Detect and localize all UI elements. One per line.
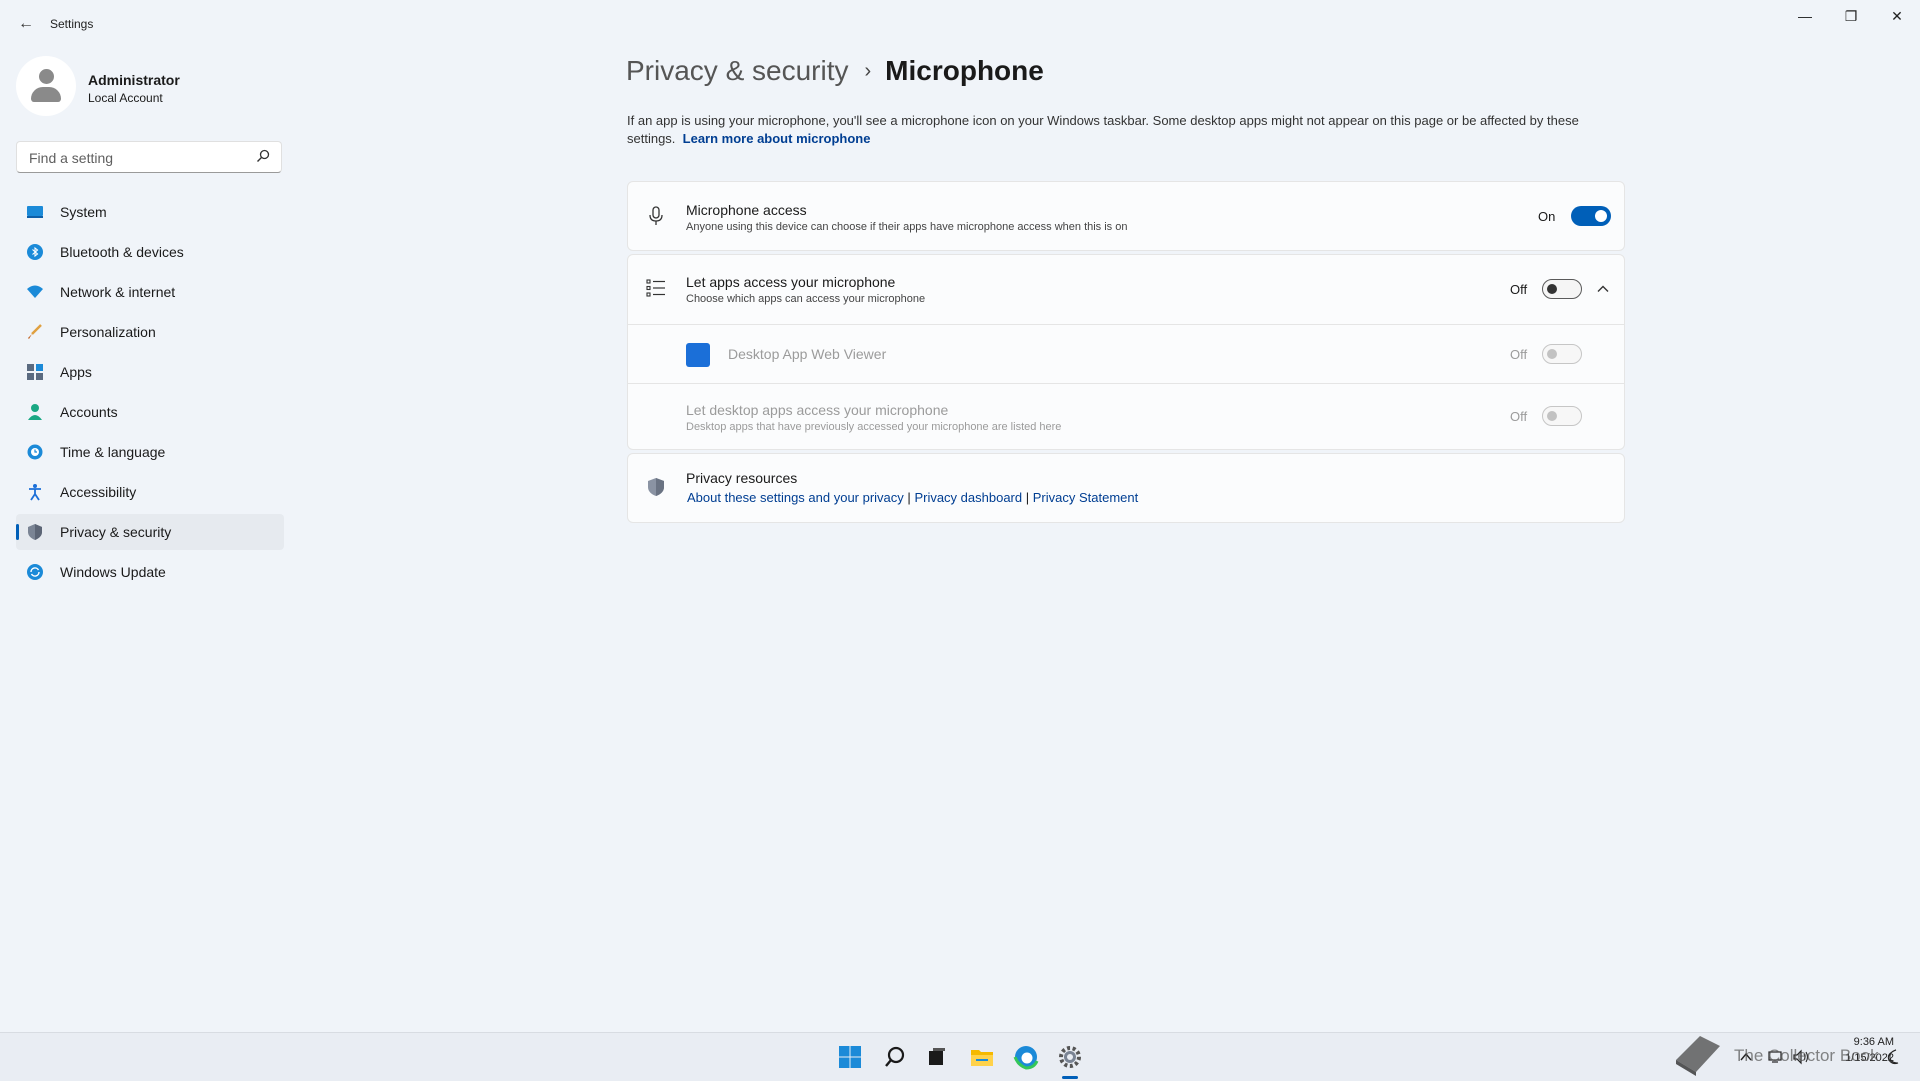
privacy-resources-links: About these settings and your privacy | … (687, 490, 1138, 505)
sidebar-item-accessibility[interactable]: Accessibility (16, 474, 284, 510)
watermark: The Collector Book (1670, 1030, 1910, 1080)
app-tile-icon (686, 343, 710, 367)
page-title: Microphone (885, 55, 1044, 86)
microphone-access-card: Microphone access Anyone using this devi… (627, 181, 1625, 251)
close-button[interactable]: ✕ (1874, 6, 1920, 26)
windows-start-icon[interactable] (836, 1043, 864, 1071)
monitor-icon (27, 206, 43, 218)
search-icon[interactable] (255, 148, 271, 164)
page-description: If an app is using your microphone, you'… (627, 112, 1627, 148)
watermark-text: The Collector Book (1734, 1046, 1879, 1065)
sidebar-nav: System Bluetooth & devices Network & int… (16, 194, 284, 594)
privacy-statement-link[interactable]: Privacy Statement (1033, 490, 1139, 505)
desktop-apps-toggle[interactable] (1542, 406, 1582, 426)
learn-more-link[interactable]: Learn more about microphone (683, 131, 871, 146)
sidebar-item-label: Bluetooth & devices (60, 244, 184, 260)
search-input[interactable] (27, 149, 251, 167)
file-explorer-icon[interactable] (968, 1043, 996, 1071)
sidebar-item-time-language[interactable]: Time & language (16, 434, 284, 470)
let-apps-access-toggle[interactable] (1542, 279, 1582, 299)
desktop-apps-state: Off (1510, 409, 1528, 424)
let-apps-access-subtitle: Choose which apps can access your microp… (686, 293, 926, 305)
sidebar-item-system[interactable]: System (16, 194, 284, 230)
sidebar-item-personalization[interactable]: Personalization (16, 314, 284, 350)
app-row-state: Off (1510, 347, 1528, 362)
microphone-access-title: Microphone access (686, 202, 807, 218)
privacy-dashboard-link[interactable]: Privacy dashboard (914, 490, 1022, 505)
microphone-access-subtitle: Anyone using this device can choose if t… (686, 221, 1128, 233)
sidebar-item-windows-update[interactable]: Windows Update (16, 554, 284, 590)
minimize-button[interactable]: — (1782, 6, 1828, 26)
sidebar-item-privacy-security[interactable]: Privacy & security (16, 514, 284, 550)
sidebar-item-label: Network & internet (60, 284, 176, 300)
task-view-icon[interactable] (923, 1043, 951, 1071)
sidebar-item-label: Personalization (60, 324, 156, 340)
profile-account-type: Local Account (88, 91, 163, 105)
book-logo-icon (1676, 1036, 1720, 1076)
profile-name: Administrator (88, 72, 180, 88)
taskbar (0, 1032, 1920, 1081)
update-icon (27, 564, 43, 580)
sidebar-item-network[interactable]: Network & internet (16, 274, 284, 310)
apps-icon (27, 364, 43, 380)
desktop-apps-subtitle: Desktop apps that have previously access… (686, 421, 1062, 433)
shield-icon (648, 478, 664, 496)
search-icon[interactable] (881, 1043, 909, 1071)
privacy-resources-card: Privacy resources About these settings a… (627, 453, 1625, 523)
link-divider: | (1025, 490, 1030, 505)
sidebar-item-label: Apps (60, 364, 92, 380)
list-icon (646, 279, 665, 297)
back-arrow-icon[interactable]: ← (16, 14, 36, 34)
search-box[interactable] (16, 141, 282, 173)
sidebar-item-label: Time & language (60, 444, 166, 460)
bluetooth-icon (27, 244, 43, 260)
sidebar-item-label: Accessibility (60, 484, 137, 500)
sidebar-item-bluetooth[interactable]: Bluetooth & devices (16, 234, 284, 270)
chevron-right-icon: › (864, 60, 872, 82)
edge-icon[interactable] (1012, 1043, 1040, 1071)
microphone-icon (649, 206, 663, 225)
sidebar-item-label: Windows Update (60, 564, 166, 580)
avatar[interactable] (16, 56, 76, 116)
breadcrumb: Privacy & security › Microphone (626, 55, 1044, 87)
let-apps-access-title: Let apps access your microphone (686, 274, 896, 290)
sidebar-item-label: Accounts (60, 404, 118, 420)
privacy-resources-title: Privacy resources (686, 470, 798, 486)
settings-gear-icon[interactable] (1056, 1043, 1084, 1071)
restore-button[interactable]: ❐ (1828, 6, 1874, 26)
wifi-icon (27, 285, 43, 298)
accessibility-icon (29, 484, 41, 501)
desktop-apps-title: Let desktop apps access your microphone (686, 402, 949, 418)
microphone-access-state: On (1538, 209, 1556, 224)
shield-icon (28, 524, 42, 540)
let-apps-access-card: Let apps access your microphone Choose w… (627, 254, 1625, 450)
app-row: Desktop App Web Viewer Off (628, 324, 1624, 384)
title-bar: ← Settings — ❐ ✕ (0, 0, 1920, 48)
brush-icon (28, 324, 42, 339)
sidebar-item-label: System (60, 204, 107, 220)
sidebar-item-label: Privacy & security (60, 524, 172, 540)
microphone-access-toggle[interactable] (1571, 206, 1611, 226)
sidebar-item-apps[interactable]: Apps (16, 354, 284, 390)
app-row-name: Desktop App Web Viewer (728, 346, 887, 362)
about-settings-privacy-link[interactable]: About these settings and your privacy (687, 490, 904, 505)
link-divider: | (907, 490, 911, 505)
chevron-up-icon[interactable] (1596, 282, 1610, 296)
let-apps-access-state: Off (1510, 282, 1528, 297)
breadcrumb-parent[interactable]: Privacy & security (626, 55, 849, 86)
app-row-toggle[interactable] (1542, 344, 1582, 364)
active-app-indicator (1062, 1076, 1078, 1079)
globe-clock-icon (27, 444, 43, 460)
desktop-apps-row: Let desktop apps access your microphone … (628, 383, 1624, 450)
person-icon (28, 404, 42, 420)
app-title: Settings (50, 17, 94, 31)
sidebar-item-accounts[interactable]: Accounts (16, 394, 284, 430)
